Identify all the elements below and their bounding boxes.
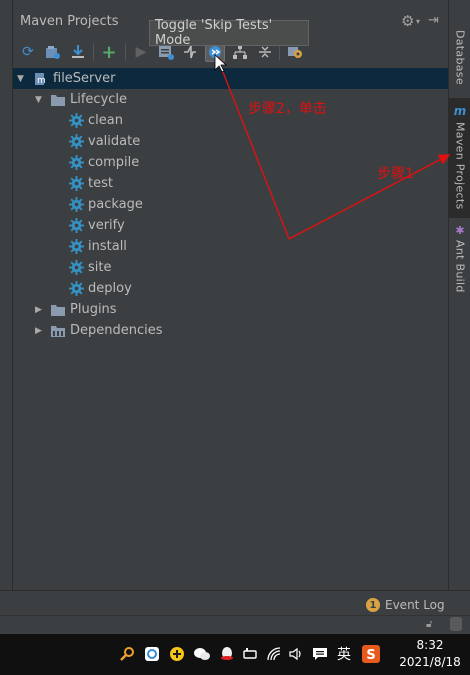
sogou-icon[interactable]: S bbox=[362, 645, 380, 663]
clock-time: 8:32 bbox=[416, 638, 444, 652]
goal-gear-icon bbox=[68, 218, 84, 234]
svg-text:m: m bbox=[37, 76, 46, 86]
tab-ant-build[interactable]: ✱ Ant Build bbox=[449, 222, 470, 302]
goal-gear-icon bbox=[68, 239, 84, 255]
tab-ant-build-label: Ant Build bbox=[453, 240, 467, 293]
svg-text:S: S bbox=[366, 648, 375, 663]
goal-gear-icon bbox=[68, 281, 84, 297]
lifecycle-goal[interactable]: verify bbox=[13, 215, 448, 236]
folder-icon bbox=[50, 92, 66, 108]
chevron-down-icon[interactable]: ▾ bbox=[416, 17, 420, 26]
tooltip: Toggle 'Skip Tests' Mode bbox=[149, 18, 309, 48]
tree-root-label: fileServer bbox=[53, 71, 116, 86]
qq-icon[interactable] bbox=[218, 645, 236, 663]
lifecycle-goal[interactable]: validate bbox=[13, 131, 448, 152]
project-tree: ▼ m fileServer ▼ Lifecycle clean validate compi… bbox=[13, 68, 448, 588]
gear-icon[interactable]: ⚙ bbox=[401, 12, 414, 30]
goal-gear-icon bbox=[68, 176, 84, 192]
add-icon[interactable]: + bbox=[99, 42, 119, 63]
status-area: 1 Event Log 🔓︎ bbox=[0, 590, 470, 634]
lifecycle-goal-label: package bbox=[88, 197, 143, 212]
goal-gear-icon bbox=[68, 260, 84, 276]
wifi-icon[interactable] bbox=[265, 645, 283, 663]
device-tray-icon[interactable] bbox=[241, 645, 259, 663]
maven-icon: m bbox=[453, 104, 467, 118]
expand-arrow-icon[interactable]: ▼ bbox=[17, 74, 24, 84]
status-divider bbox=[0, 615, 470, 616]
download-icon[interactable] bbox=[68, 42, 88, 62]
tree-lifecycle-label: Lifecycle bbox=[70, 92, 128, 107]
lifecycle-goal-label: install bbox=[88, 239, 127, 254]
expand-arrow-icon[interactable]: ▼ bbox=[35, 95, 42, 105]
notification-icon[interactable] bbox=[311, 645, 329, 663]
tree-dependencies-label: Dependencies bbox=[70, 323, 163, 338]
goal-gear-icon bbox=[68, 197, 84, 213]
lifecycle-goal-label: verify bbox=[88, 218, 125, 233]
lifecycle-goal-label: compile bbox=[88, 155, 140, 170]
plus-tray-icon[interactable] bbox=[168, 645, 186, 663]
ant-icon: ✱ bbox=[455, 224, 465, 237]
event-log-label: Event Log bbox=[385, 598, 445, 612]
annotation-step2: 步骤2，单击 bbox=[248, 101, 327, 117]
hide-panel-icon[interactable]: ⇥ bbox=[428, 13, 439, 28]
tree-root[interactable]: ▼ m fileServer bbox=[13, 68, 448, 89]
toolbar-separator bbox=[93, 44, 94, 60]
goal-gear-icon bbox=[68, 134, 84, 150]
ime-indicator[interactable]: 英 bbox=[335, 645, 353, 663]
lifecycle-goal-label: validate bbox=[88, 134, 141, 149]
lifecycle-goal-label: deploy bbox=[88, 281, 132, 296]
windows-taskbar: 英 S 8:32 2021/8/18 bbox=[0, 634, 470, 675]
volume-icon[interactable] bbox=[287, 645, 305, 663]
tree-dependencies[interactable]: ▶ Dependencies bbox=[13, 320, 448, 341]
search-icon[interactable] bbox=[118, 645, 136, 663]
event-log-button[interactable]: 1 Event Log bbox=[366, 598, 445, 612]
right-tool-strip: Database m Maven Projects ✱ Ant Build bbox=[448, 0, 470, 590]
wechat-icon[interactable] bbox=[193, 645, 211, 663]
reimport-icon[interactable]: ⟳ bbox=[18, 42, 38, 62]
clock[interactable]: 8:32 2021/8/18 bbox=[395, 637, 465, 671]
lifecycle-goal[interactable]: package bbox=[13, 194, 448, 215]
tree-lifecycle[interactable]: ▼ Lifecycle bbox=[13, 89, 448, 110]
tree-plugins-label: Plugins bbox=[70, 302, 117, 317]
generate-sources-icon[interactable] bbox=[43, 42, 63, 62]
left-tool-strip bbox=[0, 0, 13, 590]
maven-project-icon: m bbox=[33, 71, 49, 87]
lifecycle-goal[interactable]: install bbox=[13, 236, 448, 257]
toolbar-separator bbox=[125, 44, 126, 60]
annotation-step1: 步骤1 bbox=[377, 166, 414, 182]
dependencies-folder-icon bbox=[50, 323, 66, 339]
goal-gear-icon bbox=[68, 113, 84, 129]
lifecycle-goal-label: site bbox=[88, 260, 112, 275]
lifecycle-goal[interactable]: clean bbox=[13, 110, 448, 131]
tree-plugins[interactable]: ▶ Plugins bbox=[13, 299, 448, 320]
run-icon[interactable]: ▶ bbox=[131, 42, 151, 62]
tab-maven-projects[interactable]: m Maven Projects bbox=[449, 98, 470, 218]
lifecycle-goal-label: test bbox=[88, 176, 113, 191]
tab-database[interactable]: Database bbox=[449, 30, 470, 90]
clock-date: 2021/8/18 bbox=[399, 655, 461, 669]
lifecycle-goal[interactable]: deploy bbox=[13, 278, 448, 299]
hector-icon[interactable] bbox=[450, 617, 462, 631]
collapse-arrow-icon[interactable]: ▶ bbox=[35, 305, 42, 315]
app-tray-icon[interactable] bbox=[143, 645, 161, 663]
tab-database-label: Database bbox=[453, 30, 467, 85]
event-count-badge: 1 bbox=[366, 598, 380, 612]
panel-title: Maven Projects bbox=[20, 14, 119, 29]
lock-icon[interactable]: 🔓︎ bbox=[426, 619, 432, 630]
folder-icon bbox=[50, 302, 66, 318]
tab-maven-projects-label: Maven Projects bbox=[453, 122, 467, 210]
goal-gear-icon bbox=[68, 155, 84, 171]
lifecycle-goal-label: clean bbox=[88, 113, 123, 128]
collapse-arrow-icon[interactable]: ▶ bbox=[35, 326, 42, 336]
lifecycle-goal[interactable]: site bbox=[13, 257, 448, 278]
maven-projects-panel: Maven Projects ⚙ ▾ ⇥ ⟳ + ▶ Toggle 'Skip … bbox=[13, 8, 448, 590]
